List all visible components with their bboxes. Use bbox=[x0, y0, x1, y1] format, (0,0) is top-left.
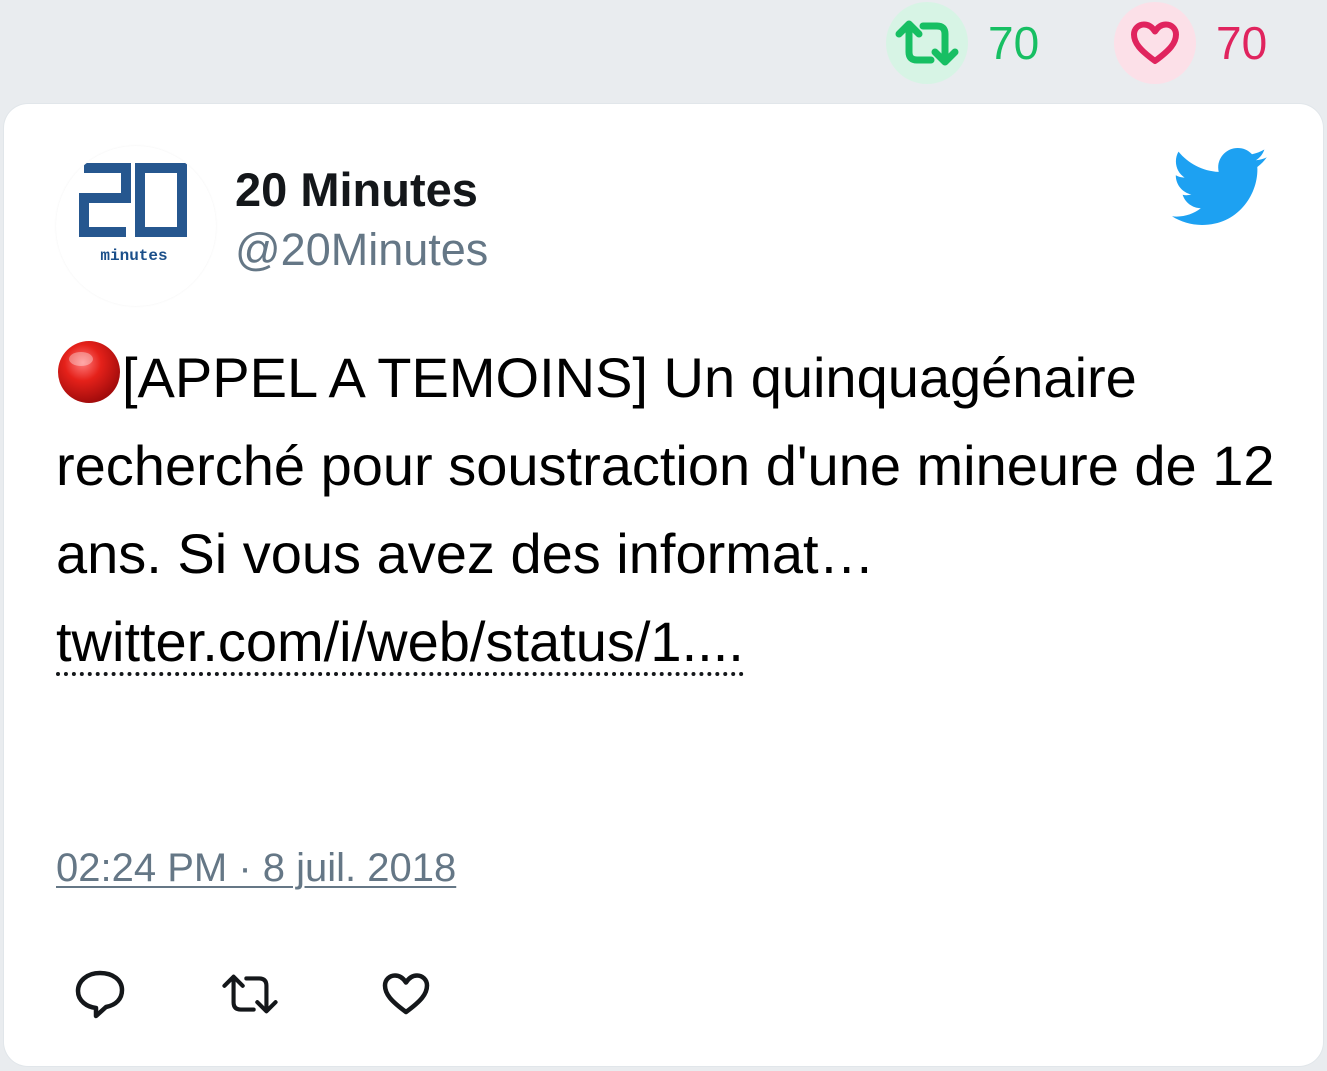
like-count: 70 bbox=[1216, 17, 1268, 69]
retweet-icon[interactable] bbox=[886, 2, 968, 84]
avatar-caption: minutes bbox=[100, 247, 167, 265]
heart-icon[interactable] bbox=[1114, 2, 1196, 84]
twitter-bird-icon[interactable] bbox=[1172, 148, 1268, 226]
reply-button[interactable] bbox=[70, 964, 130, 1024]
like-button[interactable] bbox=[376, 964, 436, 1024]
retweet-stat[interactable]: 70 bbox=[886, 2, 1040, 84]
avatar[interactable]: minutes bbox=[56, 146, 216, 306]
retweet-button[interactable] bbox=[220, 964, 280, 1024]
tweet-body: [APPEL A TEMOINS] Un quinquagénaire rech… bbox=[56, 346, 1275, 585]
tweet-stats-bar: 70 70 bbox=[0, 0, 1327, 86]
like-stat[interactable]: 70 bbox=[1114, 2, 1268, 84]
tweet-link[interactable]: twitter.com/i/web/status/1.... bbox=[56, 614, 744, 676]
tweet-text: [APPEL A TEMOINS] Un quinquagénaire rech… bbox=[56, 334, 1286, 686]
author-handle[interactable]: @20Minutes bbox=[235, 224, 488, 276]
like-icon bbox=[382, 973, 430, 1015]
reply-icon bbox=[75, 970, 125, 1019]
retweet-icon bbox=[222, 974, 278, 1014]
red-circle-icon bbox=[58, 341, 120, 403]
avatar-logo: minutes bbox=[79, 163, 187, 265]
retweet-count: 70 bbox=[988, 17, 1040, 69]
author-name[interactable]: 20 Minutes bbox=[235, 162, 478, 217]
tweet-card: minutes 20 Minutes @20Minutes [APPEL A T… bbox=[4, 104, 1323, 1066]
tweet-timestamp[interactable]: 02:24 PM · 8 juil. 2018 bbox=[56, 846, 456, 891]
